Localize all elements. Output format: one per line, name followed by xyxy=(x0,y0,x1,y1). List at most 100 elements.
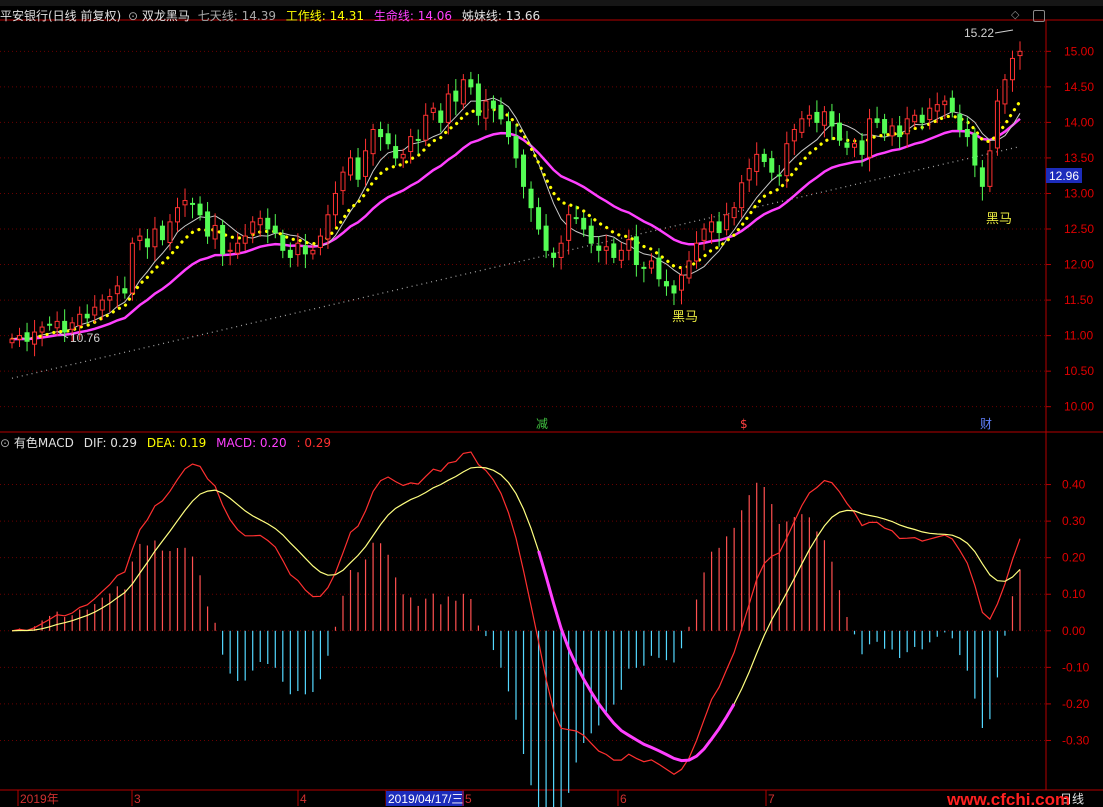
candle-body xyxy=(445,93,451,123)
work-line-value: 工作线: 14.31 xyxy=(285,9,365,23)
watermark: www.cfchi.com xyxy=(946,790,1070,807)
candle-body xyxy=(994,100,1000,149)
sub-axis-tick-label: -0.20 xyxy=(1062,697,1090,711)
candle-body xyxy=(536,207,542,230)
candle-body xyxy=(528,188,534,209)
candle-body xyxy=(77,313,83,327)
candle-body xyxy=(754,153,760,172)
candle-body xyxy=(39,326,45,333)
candle-body xyxy=(678,274,684,291)
candle-body xyxy=(739,182,745,209)
footer-date-label: 3 xyxy=(134,792,141,806)
footer-date-label: 7 xyxy=(768,792,775,806)
candle-body xyxy=(927,107,933,121)
stock-name[interactable]: 平安银行(日线 前复权) xyxy=(0,9,121,23)
main-axis-tick-label: 15.00 xyxy=(1064,44,1094,58)
candle-body xyxy=(836,122,842,141)
sub-axis-tick-label: 0.20 xyxy=(1062,551,1086,565)
candle-body xyxy=(581,217,587,230)
event-cai-label[interactable]: 财 xyxy=(980,417,992,431)
candle-body xyxy=(889,125,895,137)
candle-body xyxy=(490,100,496,109)
candle-body xyxy=(671,285,677,294)
candle-body xyxy=(934,104,940,112)
candle-body xyxy=(784,143,790,177)
candle-body xyxy=(24,332,30,342)
candle-body xyxy=(979,167,985,187)
candle-body xyxy=(829,111,835,127)
collapse-icon[interactable]: ⊙ xyxy=(0,436,10,450)
candle-body xyxy=(611,243,617,258)
candle-body xyxy=(468,79,474,88)
candle-body xyxy=(588,225,594,244)
candle-body xyxy=(302,245,308,255)
candle-body xyxy=(626,239,632,251)
indicator-icon[interactable]: ⊙ xyxy=(128,9,138,23)
candle-body xyxy=(430,107,436,113)
candle-body xyxy=(844,142,850,148)
candle-body xyxy=(663,281,669,287)
sister-line-value: 姊妹线: 13.66 xyxy=(461,9,541,23)
indicator-name[interactable]: 双龙黑马 xyxy=(142,9,190,23)
heima-label-1: 黑马 xyxy=(672,310,698,325)
life-line-value: 生命线: 14.06 xyxy=(373,9,453,23)
candle-body xyxy=(882,119,888,134)
candle-body xyxy=(648,260,654,269)
candle-body xyxy=(821,111,827,126)
candle-body xyxy=(852,143,858,148)
candle-body xyxy=(122,288,128,294)
diamond-icon[interactable]: ◇ xyxy=(1011,8,1019,21)
candle-body xyxy=(641,266,647,269)
event-jian-label[interactable]: 减 xyxy=(536,417,548,431)
low-price-label: 10.76 xyxy=(70,331,100,345)
candle-body xyxy=(731,207,737,219)
candle-body xyxy=(543,225,549,251)
candle-body xyxy=(332,192,338,216)
main-axis-tick-label: 13.00 xyxy=(1064,186,1094,200)
candle-body xyxy=(265,217,271,230)
main-axis-tick-label: 11.00 xyxy=(1064,329,1093,343)
sub-axis-tick-label: 0.40 xyxy=(1062,478,1086,492)
candle-body xyxy=(874,118,880,123)
footer-date-label: 6 xyxy=(620,792,627,806)
main-axis-tick-label: 10.00 xyxy=(1064,400,1094,414)
candle-body xyxy=(182,200,188,206)
candle-body xyxy=(656,257,662,280)
candle-body xyxy=(513,136,519,159)
sub-axis-tick-label: 0.10 xyxy=(1062,587,1086,601)
candle-body xyxy=(919,114,925,123)
candle-body xyxy=(475,83,481,116)
candle-body xyxy=(99,299,105,311)
candle-body xyxy=(558,242,564,258)
candle-body xyxy=(799,118,805,133)
candle-body xyxy=(1009,57,1015,81)
candle-body xyxy=(137,235,143,241)
macd-value: MACD: 0.20 xyxy=(216,436,287,450)
candle-body xyxy=(483,100,489,119)
current-price-label: 12.96 xyxy=(1049,169,1079,183)
candle-body xyxy=(964,129,970,138)
candle-body xyxy=(69,322,75,330)
candle-body xyxy=(9,338,15,344)
candle-body xyxy=(47,323,53,326)
main-axis-tick-label: 14.00 xyxy=(1064,115,1094,129)
candle-body xyxy=(378,129,384,138)
candle-body xyxy=(310,249,316,255)
candle-body xyxy=(701,228,707,241)
candle-body xyxy=(438,110,444,123)
event-dollar-label[interactable]: $ xyxy=(740,417,748,431)
candle-body xyxy=(746,168,752,181)
candle-body xyxy=(363,150,369,177)
macd-indicator-name[interactable]: 有色MACD xyxy=(14,436,74,450)
candle-body xyxy=(159,225,165,241)
candle-body xyxy=(197,203,203,216)
candle-body xyxy=(385,133,391,145)
candle-body xyxy=(776,174,782,177)
extra-value: : 0.29 xyxy=(296,436,332,450)
panel-maximize-icon[interactable] xyxy=(1033,10,1045,22)
candle-body xyxy=(174,207,180,223)
candle-body xyxy=(769,158,775,173)
candle-body xyxy=(317,235,323,248)
candle-body xyxy=(129,242,135,294)
candle-body xyxy=(761,153,767,162)
